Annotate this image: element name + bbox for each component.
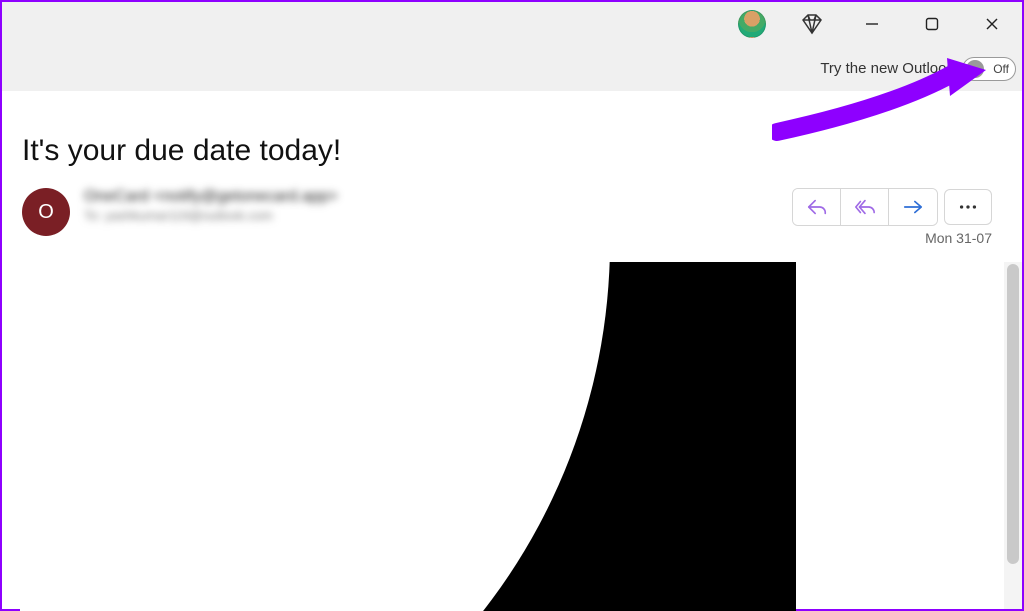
reading-pane: It's your due date today! O OneCard <not… xyxy=(2,92,1022,609)
toggle-state-text: Off xyxy=(993,62,1009,76)
sender-initial: O xyxy=(38,201,54,224)
try-new-outlook-toggle[interactable]: Off xyxy=(962,57,1016,81)
email-body-redacted xyxy=(20,262,796,611)
scrollbar-thumb[interactable] xyxy=(1007,264,1019,564)
recipient-line: To: yashkumar119@outlook.com xyxy=(84,208,338,223)
window-minimize-button[interactable] xyxy=(842,2,902,46)
premium-diamond-icon[interactable] xyxy=(782,2,842,46)
message-action-row xyxy=(792,188,992,226)
reply-forward-group xyxy=(792,188,938,226)
try-new-outlook-label: Try the new Outlook xyxy=(820,60,954,77)
window-maximize-button[interactable] xyxy=(902,2,962,46)
sender-text-block: OneCard <notify@getonecard.app> To: yash… xyxy=(84,188,338,223)
email-subject: It's your due date today! xyxy=(22,134,341,168)
forward-button[interactable] xyxy=(889,189,937,225)
reply-all-button[interactable] xyxy=(841,189,889,225)
sender-row: O OneCard <notify@getonecard.app> To: ya… xyxy=(22,188,338,236)
window-close-button[interactable] xyxy=(962,2,1022,46)
more-actions-button[interactable] xyxy=(944,189,992,225)
window-titlebar xyxy=(2,2,1022,46)
try-new-outlook-bar: Try the new Outlook Off xyxy=(2,46,1022,92)
account-avatar-wrap xyxy=(722,2,782,46)
account-avatar[interactable] xyxy=(738,10,766,38)
email-timestamp: Mon 31-07 xyxy=(925,230,992,246)
vertical-scrollbar[interactable] xyxy=(1004,262,1022,609)
toggle-knob xyxy=(966,60,984,78)
sender-avatar[interactable]: O xyxy=(22,188,70,236)
sender-name: OneCard <notify@getonecard.app> xyxy=(84,188,338,206)
reply-button[interactable] xyxy=(793,189,841,225)
